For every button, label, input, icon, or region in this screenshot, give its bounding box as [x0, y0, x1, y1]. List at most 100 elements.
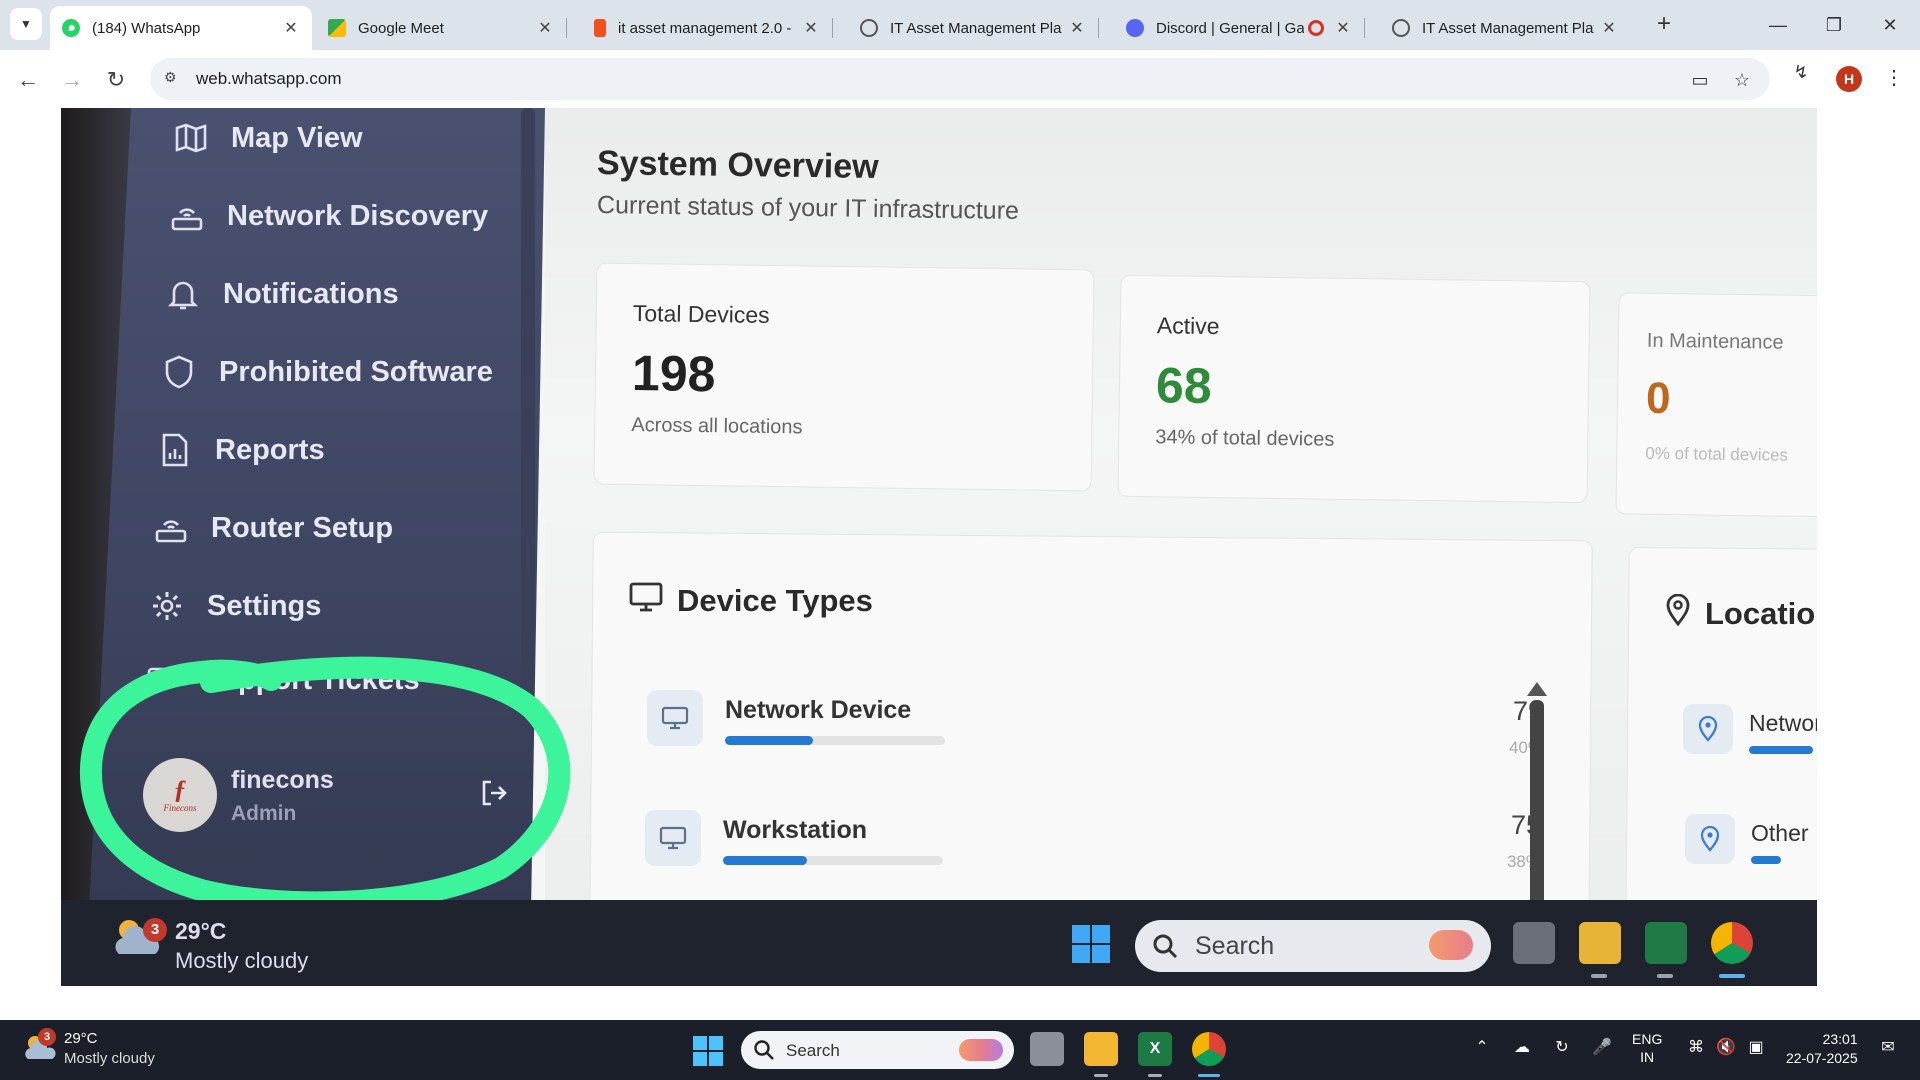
progress-bar: [1749, 746, 1813, 754]
taskbar-search-box[interactable]: Search: [741, 1031, 1014, 1069]
map-icon: [173, 120, 209, 156]
microphone-icon[interactable]: 🎤: [1590, 1036, 1614, 1060]
task-view-icon[interactable]: [1030, 1032, 1064, 1066]
location-name: Networ: [1749, 710, 1817, 736]
monitor-icon: [647, 690, 703, 746]
profile-avatar[interactable]: H: [1836, 66, 1862, 92]
excel-icon[interactable]: X: [1138, 1032, 1172, 1066]
router-icon: [169, 198, 205, 234]
forward-button[interactable]: →: [58, 66, 86, 94]
file-explorer-icon[interactable]: [1084, 1032, 1118, 1066]
tab-discord[interactable]: Discord | General | Gal ✕: [1114, 6, 1365, 50]
chevron-down-icon: ▼: [20, 17, 32, 31]
user-profile: ƒ Finecons finecons Admin: [143, 754, 523, 874]
file-explorer-icon: [1579, 922, 1621, 964]
close-icon[interactable]: ✕: [1600, 18, 1618, 38]
avatar: ƒ Finecons: [143, 758, 217, 832]
close-icon[interactable]: ✕: [1068, 18, 1086, 38]
tab-whatsapp[interactable]: (184) WhatsApp ✕: [50, 6, 312, 50]
logout-icon[interactable]: [479, 778, 509, 808]
site-info-icon[interactable]: ⚙: [164, 69, 184, 89]
photo-taskbar: 3 29°C Mostly cloudy Search: [61, 900, 1817, 986]
location-pin-icon: [1685, 814, 1735, 864]
tab-it-asset-1[interactable]: IT Asset Management Platf ✕: [848, 6, 1099, 50]
onedrive-icon[interactable]: ☁: [1510, 1036, 1534, 1060]
scroll-up-arrow[interactable]: [1527, 682, 1547, 696]
photo-search-box: Search: [1135, 920, 1491, 972]
tab-search-button[interactable]: ▼: [10, 8, 42, 40]
close-icon[interactable]: ✕: [282, 18, 300, 38]
task-view-icon: [1513, 922, 1555, 964]
clock[interactable]: 23:01 22-07-2025: [1786, 1030, 1858, 1068]
page-subtitle: Current status of your IT infrastructure: [596, 191, 1020, 225]
list-item[interactable]: Networ: [1683, 704, 1817, 764]
sidebar-item-router-setup[interactable]: Router Setup: [153, 510, 393, 546]
location-pin-icon: [1665, 593, 1691, 634]
globe-icon: [1392, 19, 1410, 37]
sidebar-item-prohibited-software[interactable]: Prohibited Software: [161, 354, 493, 390]
sidebar-item-label: Reports: [215, 433, 325, 466]
tab-title: IT Asset Management Platf: [1422, 19, 1594, 37]
sidebar-item-label: Map View: [231, 121, 363, 154]
wifi-icon[interactable]: ⌘: [1684, 1036, 1708, 1060]
ticket-icon: [147, 664, 181, 697]
tab-google-meet[interactable]: Google Meet ✕: [316, 6, 567, 50]
restore-button[interactable]: ❐: [1814, 10, 1854, 40]
speaker-muted-icon[interactable]: 🔇: [1714, 1036, 1738, 1060]
language-indicator[interactable]: ENG IN: [1632, 1030, 1662, 1066]
chrome-icon[interactable]: [1192, 1032, 1226, 1066]
progress-bar: [723, 856, 943, 865]
list-item[interactable]: Network Device: [647, 690, 1347, 750]
windows-start-icon: [1072, 925, 1110, 963]
minimize-button[interactable]: —: [1758, 10, 1798, 40]
back-button[interactable]: ←: [14, 66, 42, 94]
search-highlight-icon: [959, 1039, 1003, 1061]
stat-subtext: 0% of total devices: [1645, 443, 1789, 465]
weather-badge: 3: [143, 918, 167, 942]
close-icon[interactable]: ✕: [802, 18, 820, 38]
device-types-title: Device Types: [629, 582, 873, 620]
browser-menu-icon[interactable]: ⋮: [1884, 64, 1904, 92]
list-item[interactable]: Other: [1685, 814, 1817, 874]
sidebar-item-map-view[interactable]: Map View: [173, 120, 363, 156]
close-icon[interactable]: ✕: [536, 18, 554, 38]
sidebar-item-support-tickets[interactable]: Support Tickets: [147, 664, 420, 697]
reload-button[interactable]: ↻: [102, 66, 130, 94]
bell-icon: [165, 276, 201, 312]
chevron-up-icon[interactable]: ⌃: [1470, 1036, 1494, 1060]
excel-icon: [1645, 922, 1687, 964]
tab-it-asset-2[interactable]: IT Asset Management Platf ✕: [1380, 6, 1630, 50]
extensions-icon[interactable]: ↯: [1789, 60, 1813, 84]
page-title: System Overview: [596, 144, 879, 186]
sidebar-item-label: Network Discovery: [227, 199, 489, 232]
sync-icon[interactable]: ↻: [1550, 1036, 1574, 1060]
sidebar-item-network-discovery[interactable]: Network Discovery: [169, 198, 488, 234]
progress-fill: [723, 856, 807, 865]
search-placeholder: Search: [786, 1041, 840, 1060]
stat-subtext: Across all locations: [631, 414, 803, 439]
notification-bell-icon[interactable]: ✉: [1876, 1036, 1900, 1060]
new-tab-button[interactable]: +: [1650, 10, 1678, 38]
scrollbar[interactable]: [1530, 700, 1544, 910]
sidebar-item-settings[interactable]: Settings: [149, 588, 321, 624]
progress-bar: [725, 736, 945, 745]
weather-condition: Mostly cloudy: [175, 948, 309, 973]
stat-label: Active: [1156, 312, 1220, 340]
install-app-icon[interactable]: ▭: [1688, 68, 1712, 92]
tab-title: (184) WhatsApp: [92, 19, 201, 37]
discord-icon: [1126, 19, 1144, 37]
weather-temp[interactable]: 29°C: [64, 1030, 98, 1047]
close-window-button[interactable]: ✕: [1870, 10, 1910, 40]
close-icon[interactable]: ✕: [1334, 18, 1352, 38]
sidebar-item-notifications[interactable]: Notifications: [165, 276, 399, 312]
monitor-icon: [629, 582, 663, 620]
tab-figma[interactable]: it asset management 2.0 - ✕: [582, 6, 833, 50]
address-bar[interactable]: ⚙ web.whatsapp.com ▭ ☆: [150, 58, 1770, 100]
windows-start-icon[interactable]: [693, 1036, 723, 1066]
battery-icon[interactable]: ▣: [1744, 1036, 1768, 1060]
stat-label: In Maintenance: [1646, 329, 1784, 354]
sidebar-item-reports[interactable]: Reports: [157, 432, 325, 468]
weather-condition[interactable]: Mostly cloudy: [64, 1050, 155, 1067]
bookmark-star-icon[interactable]: ☆: [1730, 68, 1754, 92]
list-item[interactable]: Workstation: [645, 810, 1345, 870]
